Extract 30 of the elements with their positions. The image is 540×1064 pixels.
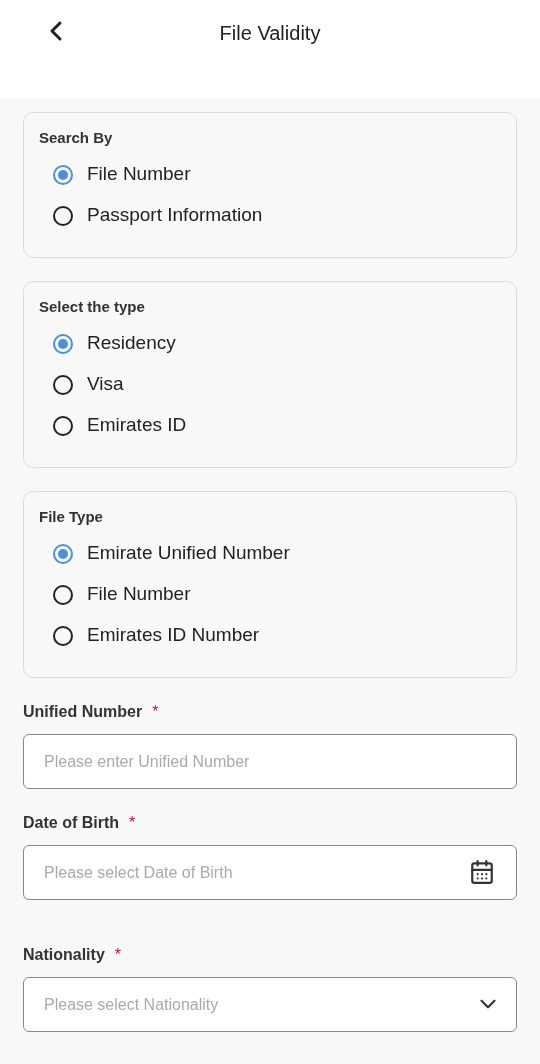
field-label: Nationality [23, 945, 105, 965]
calendar-icon[interactable] [469, 859, 495, 885]
radio-label: Emirates ID Number [87, 623, 260, 648]
required-mark: * [114, 945, 122, 965]
field-label: Unified Number [23, 702, 143, 722]
date-field[interactable]: Please select Date of Birth [23, 845, 517, 900]
radio-button[interactable] [53, 543, 73, 564]
group-label: Search By [39, 127, 113, 148]
radio-button[interactable] [53, 374, 73, 395]
radio-button[interactable] [53, 164, 73, 185]
page-title: File Validity [219, 21, 321, 44]
radio-button[interactable] [53, 584, 73, 605]
required-mark: * [129, 813, 136, 833]
group-label: Select the type [39, 296, 145, 317]
radio-label: File Number [87, 582, 191, 607]
input-field[interactable]: Please enter Unified Number [23, 734, 517, 789]
radio-button[interactable] [53, 205, 73, 226]
radio-button[interactable] [53, 333, 73, 354]
select-field[interactable]: Please select Nationality [23, 977, 517, 1032]
radio-label: File Number [87, 162, 191, 187]
radio-label: Emirates ID [87, 413, 187, 438]
required-mark: * [152, 702, 159, 722]
radio-button[interactable] [53, 415, 73, 436]
radio-label: Passport Information [87, 203, 263, 228]
radio-label: Emirate Unified Number [87, 541, 290, 566]
radio-button[interactable] [53, 625, 73, 646]
radio-label: Visa [87, 372, 124, 397]
field-label: Date of Birth [23, 813, 119, 833]
group-label: File Type [39, 506, 103, 527]
radio-label: Residency [87, 331, 176, 356]
